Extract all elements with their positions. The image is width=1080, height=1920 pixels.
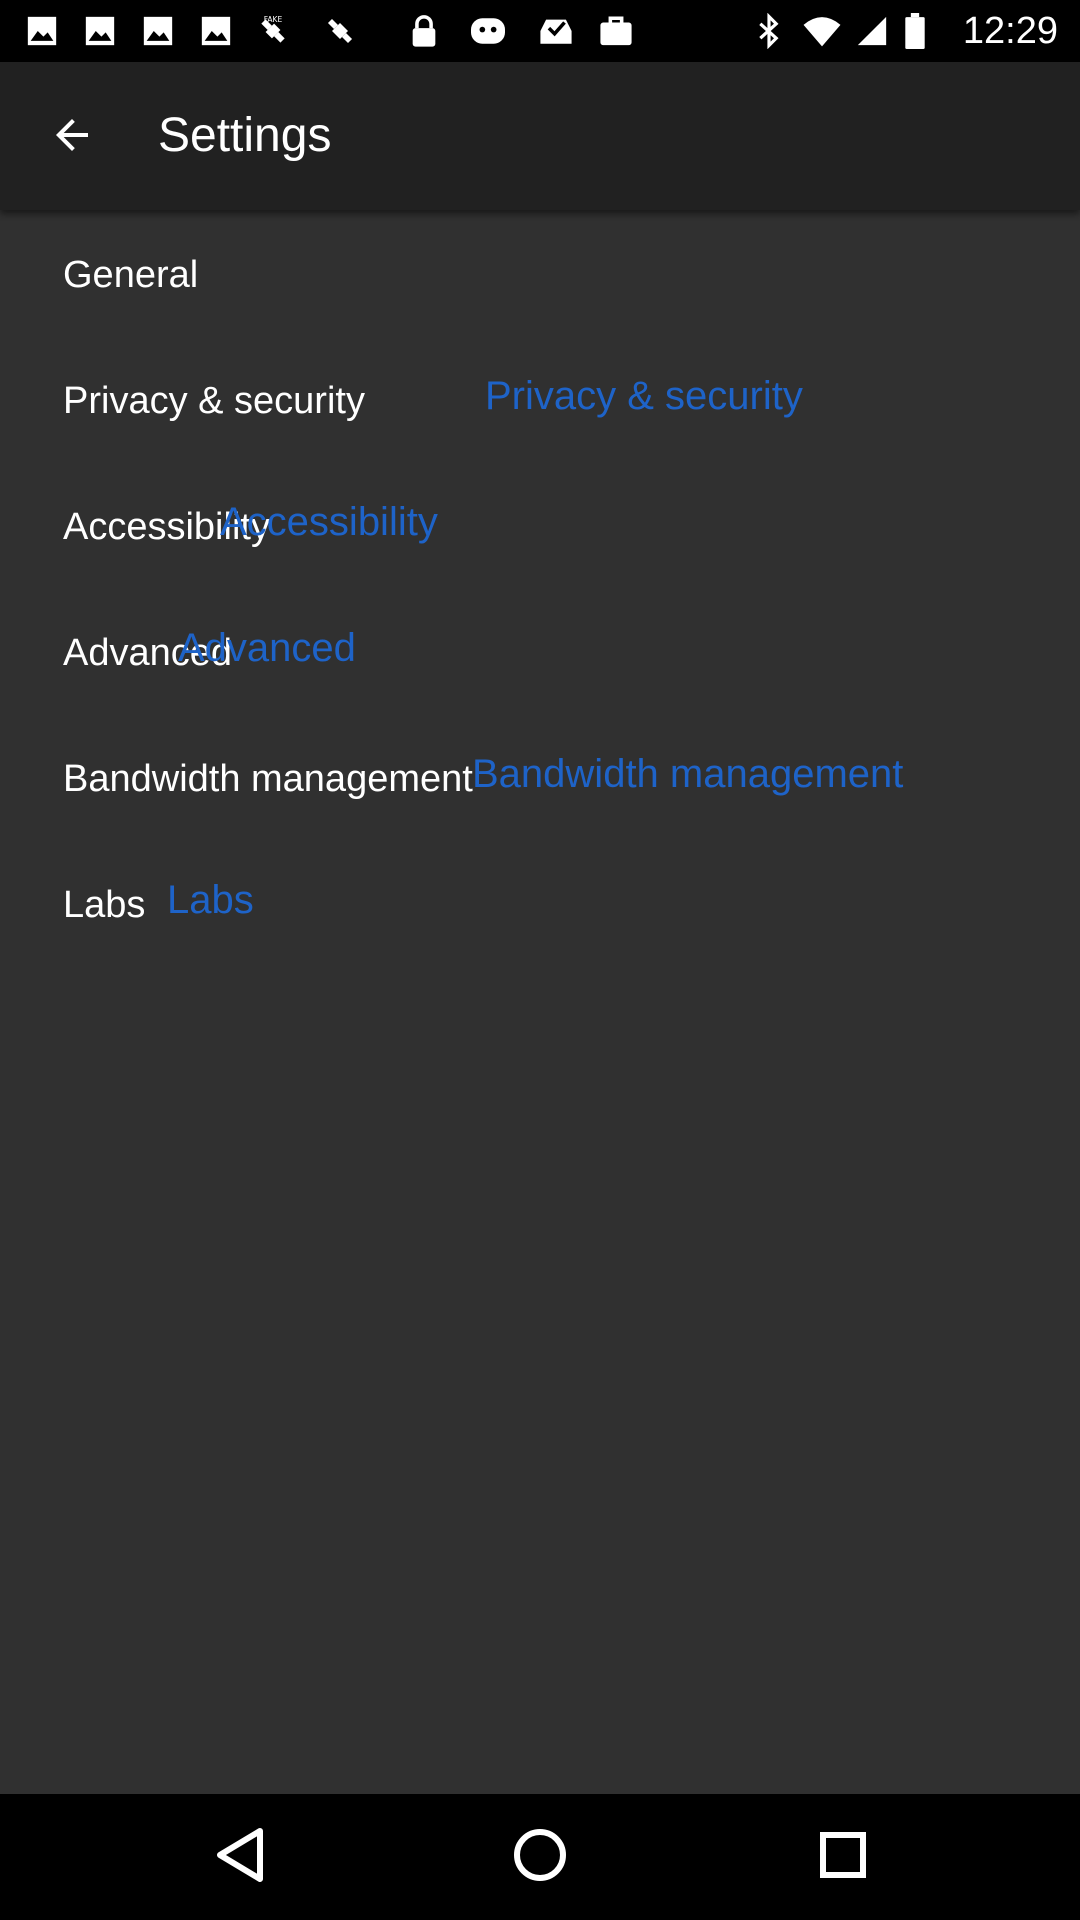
bluetooth-icon: [752, 13, 786, 49]
nav-home-button[interactable]: [500, 1817, 580, 1897]
satellite-icon: [320, 13, 360, 49]
settings-item-accessibility[interactable]: Accessibility Accessibility: [0, 462, 1080, 588]
arrow-back-icon: [48, 111, 96, 164]
image-icon: [138, 13, 178, 49]
app-icon: [466, 13, 510, 49]
briefcase-icon: [594, 13, 638, 49]
image-icon: [196, 13, 236, 49]
image-icon: [22, 13, 62, 49]
settings-item-summary: Labs: [167, 878, 254, 922]
settings-item-bandwidth-management[interactable]: Bandwidth management Bandwidth managemen…: [0, 714, 1080, 840]
recents-square-icon: [819, 1831, 867, 1884]
settings-item-labs[interactable]: Labs Labs: [0, 840, 1080, 966]
settings-item-label: Bandwidth management: [63, 758, 473, 800]
lock-icon: [404, 13, 444, 49]
wifi-icon: [800, 13, 844, 49]
fake-gps-icon: FAKE: [254, 13, 292, 49]
settings-item-general[interactable]: General: [0, 210, 1080, 336]
settings-item-summary: Accessibility: [220, 500, 438, 544]
nav-back-button[interactable]: [200, 1817, 280, 1897]
settings-item-summary: Advanced: [178, 626, 356, 670]
status-time: 12:29: [962, 10, 1058, 52]
home-circle-icon: [512, 1827, 568, 1888]
inbox-check-icon: [534, 13, 578, 49]
back-triangle-icon: [212, 1825, 268, 1890]
signal-icon: [852, 13, 892, 49]
navigation-bar: [0, 1794, 1080, 1920]
settings-item-summary: Bandwidth management: [472, 752, 904, 796]
settings-item-label: General: [63, 254, 199, 296]
settings-item-privacy-security[interactable]: Privacy & security Privacy & security: [0, 336, 1080, 462]
battery-icon: [900, 13, 930, 49]
back-button[interactable]: [34, 99, 110, 175]
settings-item-advanced[interactable]: Advanced Advanced: [0, 588, 1080, 714]
settings-item-label: Privacy & security: [63, 380, 365, 422]
page-title: Settings: [158, 109, 332, 162]
svg-text:FAKE: FAKE: [264, 15, 283, 24]
settings-list: General Privacy & security Privacy & sec…: [0, 210, 1080, 1794]
settings-item-label: Labs: [63, 884, 146, 926]
nav-recents-button[interactable]: [803, 1817, 883, 1897]
image-icon: [80, 13, 120, 49]
status-bar: FAKE 12:29: [0, 0, 1080, 62]
app-bar: Settings: [0, 62, 1080, 210]
settings-item-summary: Privacy & security: [485, 374, 803, 418]
